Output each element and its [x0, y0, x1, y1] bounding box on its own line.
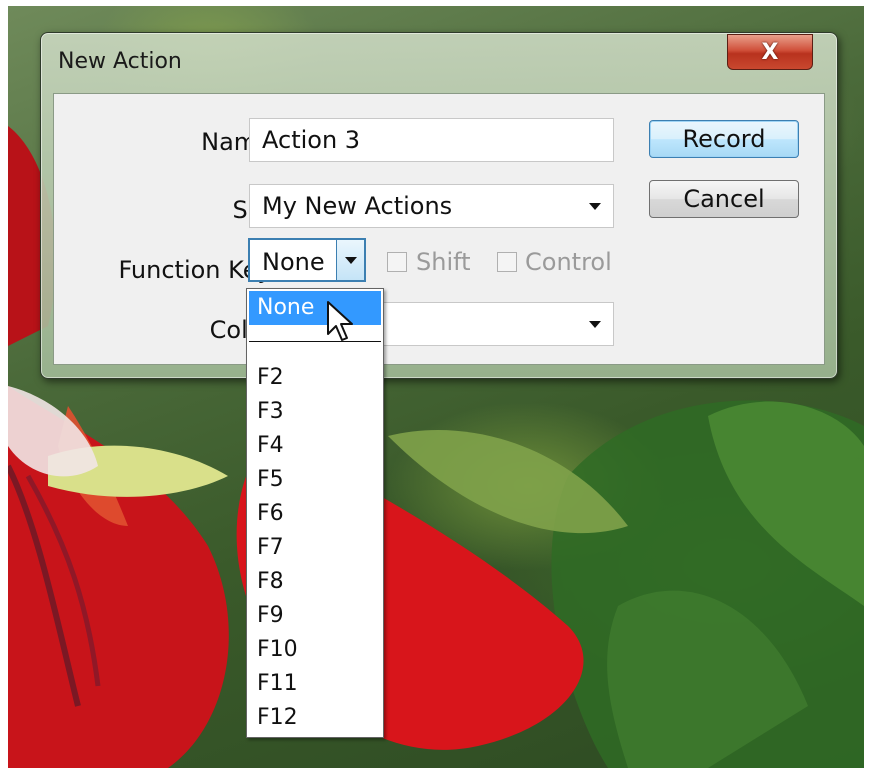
- new-action-dialog: New Action X Name: Action 3 Set: My New …: [40, 32, 838, 379]
- chevron-down-icon: [589, 321, 601, 328]
- dropdown-button[interactable]: [336, 240, 364, 280]
- list-item[interactable]: F3: [249, 395, 381, 429]
- cancel-button[interactable]: Cancel: [649, 180, 799, 218]
- dialog-title: New Action: [58, 49, 182, 74]
- list-item[interactable]: F11: [249, 667, 381, 701]
- function-key-select[interactable]: None: [248, 238, 366, 282]
- close-icon: X: [761, 39, 779, 65]
- close-button[interactable]: X: [727, 34, 813, 70]
- name-input[interactable]: Action 3: [249, 118, 614, 162]
- dialog-content: Name: Action 3 Set: My New Actions Funct…: [53, 93, 825, 365]
- set-select[interactable]: My New Actions: [249, 184, 614, 228]
- chevron-down-icon: [589, 203, 601, 210]
- name-input-value: Action 3: [262, 126, 361, 154]
- list-item[interactable]: F2: [249, 361, 381, 395]
- function-key-label: Function Key:: [118, 256, 278, 284]
- function-key-value: None: [262, 248, 325, 276]
- record-button-label: Record: [682, 125, 766, 153]
- list-item[interactable]: F5: [249, 463, 381, 497]
- list-item[interactable]: F7: [249, 531, 381, 565]
- mouse-cursor-icon: [327, 301, 353, 341]
- list-item[interactable]: F6: [249, 497, 381, 531]
- list-item[interactable]: F9: [249, 599, 381, 633]
- list-item-none[interactable]: None: [249, 291, 381, 325]
- control-label: Control: [525, 248, 612, 276]
- list-separator: [249, 341, 381, 342]
- set-select-value: My New Actions: [262, 192, 453, 220]
- function-key-dropdown-list: None F2 F3 F4 F5 F6 F7 F8 F9 F10 F11 F12: [246, 288, 384, 738]
- list-item[interactable]: F12: [249, 701, 381, 735]
- shift-label: Shift: [416, 248, 471, 276]
- list-item[interactable]: F10: [249, 633, 381, 667]
- list-item[interactable]: F4: [249, 429, 381, 463]
- cancel-button-label: Cancel: [683, 185, 765, 213]
- record-button[interactable]: Record: [649, 120, 799, 158]
- control-checkbox[interactable]: [497, 252, 517, 272]
- shift-checkbox[interactable]: [387, 252, 407, 272]
- list-item[interactable]: F8: [249, 565, 381, 599]
